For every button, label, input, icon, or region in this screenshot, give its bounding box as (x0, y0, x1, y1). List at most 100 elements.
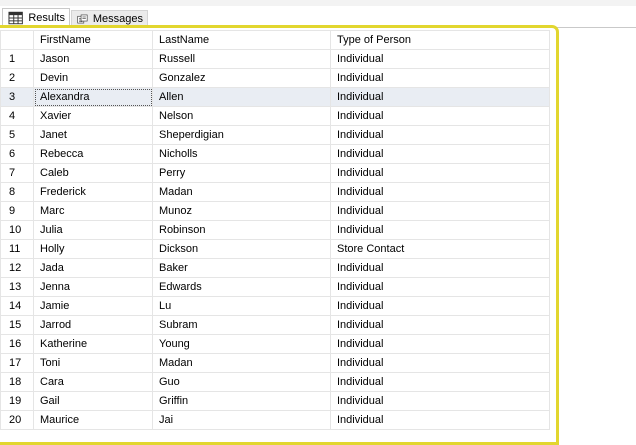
row-number-cell[interactable]: 14 (0, 296, 34, 316)
type-of-person-cell[interactable]: Individual (330, 258, 550, 278)
lastname-cell[interactable]: Russell (152, 49, 331, 69)
row-number-header[interactable] (0, 30, 34, 50)
table-row[interactable]: 20 Maurice Jai Individual (0, 410, 550, 430)
type-of-person-cell[interactable]: Individual (330, 163, 550, 183)
lastname-cell[interactable]: Gonzalez (152, 68, 331, 88)
table-row[interactable]: 2 Devin Gonzalez Individual (0, 68, 550, 88)
row-number-cell[interactable]: 1 (0, 49, 34, 69)
table-row[interactable]: 9 Marc Munoz Individual (0, 201, 550, 221)
type-of-person-cell[interactable]: Individual (330, 220, 550, 240)
type-of-person-cell[interactable]: Individual (330, 87, 550, 107)
row-number-cell[interactable]: 7 (0, 163, 34, 183)
table-row[interactable]: 10 Julia Robinson Individual (0, 220, 550, 240)
lastname-cell[interactable]: Griffin (152, 391, 331, 411)
table-row[interactable]: 1 Jason Russell Individual (0, 49, 550, 69)
type-of-person-cell[interactable]: Store Contact (330, 239, 550, 259)
firstname-cell[interactable]: Toni (33, 353, 153, 373)
firstname-cell[interactable]: Holly (33, 239, 153, 259)
row-number-cell[interactable]: 12 (0, 258, 34, 278)
lastname-cell[interactable]: Sheperdigian (152, 125, 331, 145)
lastname-cell[interactable]: Guo (152, 372, 331, 392)
row-number-cell[interactable]: 16 (0, 334, 34, 354)
firstname-cell[interactable]: Gail (33, 391, 153, 411)
firstname-cell[interactable]: Jada (33, 258, 153, 278)
table-row[interactable]: 12 Jada Baker Individual (0, 258, 550, 278)
table-row[interactable]: 8 Frederick Madan Individual (0, 182, 550, 202)
lastname-cell[interactable]: Nicholls (152, 144, 331, 164)
type-of-person-cell[interactable]: Individual (330, 391, 550, 411)
firstname-cell[interactable]: Jamie (33, 296, 153, 316)
type-of-person-cell[interactable]: Individual (330, 372, 550, 392)
table-row[interactable]: 17 Toni Madan Individual (0, 353, 550, 373)
firstname-cell[interactable]: Katherine (33, 334, 153, 354)
row-number-cell[interactable]: 8 (0, 182, 34, 202)
row-number-cell[interactable]: 11 (0, 239, 34, 259)
type-of-person-cell[interactable]: Individual (330, 277, 550, 297)
table-row[interactable]: 13 Jenna Edwards Individual (0, 277, 550, 297)
type-of-person-cell[interactable]: Individual (330, 334, 550, 354)
column-header-firstname[interactable]: FirstName (33, 30, 153, 50)
type-of-person-cell[interactable]: Individual (330, 106, 550, 126)
lastname-cell[interactable]: Subram (152, 315, 331, 335)
type-of-person-cell[interactable]: Individual (330, 182, 550, 202)
lastname-cell[interactable]: Jai (152, 410, 331, 430)
row-number-cell[interactable]: 10 (0, 220, 34, 240)
row-number-cell[interactable]: 5 (0, 125, 34, 145)
firstname-cell[interactable]: Frederick (33, 182, 153, 202)
table-row[interactable]: 16 Katherine Young Individual (0, 334, 550, 354)
firstname-cell[interactable]: Julia (33, 220, 153, 240)
lastname-cell[interactable]: Madan (152, 182, 331, 202)
firstname-cell[interactable]: Jarrod (33, 315, 153, 335)
type-of-person-cell[interactable]: Individual (330, 353, 550, 373)
table-row[interactable]: 7 Caleb Perry Individual (0, 163, 550, 183)
table-row[interactable]: 4 Xavier Nelson Individual (0, 106, 550, 126)
firstname-cell[interactable]: Jason (33, 49, 153, 69)
lastname-cell[interactable]: Allen (152, 87, 331, 107)
lastname-cell[interactable]: Munoz (152, 201, 331, 221)
table-row[interactable]: 11 Holly Dickson Store Contact (0, 239, 550, 259)
type-of-person-cell[interactable]: Individual (330, 315, 550, 335)
lastname-cell[interactable]: Young (152, 334, 331, 354)
type-of-person-cell[interactable]: Individual (330, 410, 550, 430)
firstname-cell[interactable]: Marc (33, 201, 153, 221)
row-number-cell[interactable]: 13 (0, 277, 34, 297)
firstname-cell[interactable]: Caleb (33, 163, 153, 183)
row-number-cell[interactable]: 6 (0, 144, 34, 164)
tab-results[interactable]: Results (2, 8, 70, 27)
row-number-cell[interactable]: 19 (0, 391, 34, 411)
type-of-person-cell[interactable]: Individual (330, 296, 550, 316)
row-number-cell[interactable]: 18 (0, 372, 34, 392)
column-header-lastname[interactable]: LastName (152, 30, 331, 50)
table-row[interactable]: 19 Gail Griffin Individual (0, 391, 550, 411)
table-row[interactable]: 14 Jamie Lu Individual (0, 296, 550, 316)
type-of-person-cell[interactable]: Individual (330, 201, 550, 221)
table-row[interactable]: 15 Jarrod Subram Individual (0, 315, 550, 335)
lastname-cell[interactable]: Baker (152, 258, 331, 278)
type-of-person-cell[interactable]: Individual (330, 144, 550, 164)
table-row[interactable]: 18 Cara Guo Individual (0, 372, 550, 392)
firstname-cell[interactable]: Xavier (33, 106, 153, 126)
column-header-type-of-person[interactable]: Type of Person (330, 30, 550, 50)
lastname-cell[interactable]: Edwards (152, 277, 331, 297)
table-row[interactable]: 5 Janet Sheperdigian Individual (0, 125, 550, 145)
lastname-cell[interactable]: Lu (152, 296, 331, 316)
lastname-cell[interactable]: Nelson (152, 106, 331, 126)
firstname-cell[interactable]: Jenna (33, 277, 153, 297)
row-number-cell[interactable]: 17 (0, 353, 34, 373)
row-number-cell[interactable]: 9 (0, 201, 34, 221)
tab-messages[interactable]: Messages (71, 10, 148, 27)
row-number-cell[interactable]: 15 (0, 315, 34, 335)
lastname-cell[interactable]: Robinson (152, 220, 331, 240)
lastname-cell[interactable]: Dickson (152, 239, 331, 259)
row-number-cell[interactable]: 2 (0, 68, 34, 88)
firstname-cell[interactable]: Maurice (33, 410, 153, 430)
type-of-person-cell[interactable]: Individual (330, 125, 550, 145)
row-number-cell[interactable]: 3 (0, 87, 34, 107)
firstname-cell[interactable]: Cara (33, 372, 153, 392)
firstname-cell[interactable]: Rebecca (33, 144, 153, 164)
firstname-cell[interactable]: Janet (33, 125, 153, 145)
lastname-cell[interactable]: Madan (152, 353, 331, 373)
firstname-cell[interactable]: Devin (33, 68, 153, 88)
firstname-cell[interactable]: Alexandra (33, 87, 153, 107)
table-row[interactable]: 3 Alexandra Allen Individual (0, 87, 550, 107)
